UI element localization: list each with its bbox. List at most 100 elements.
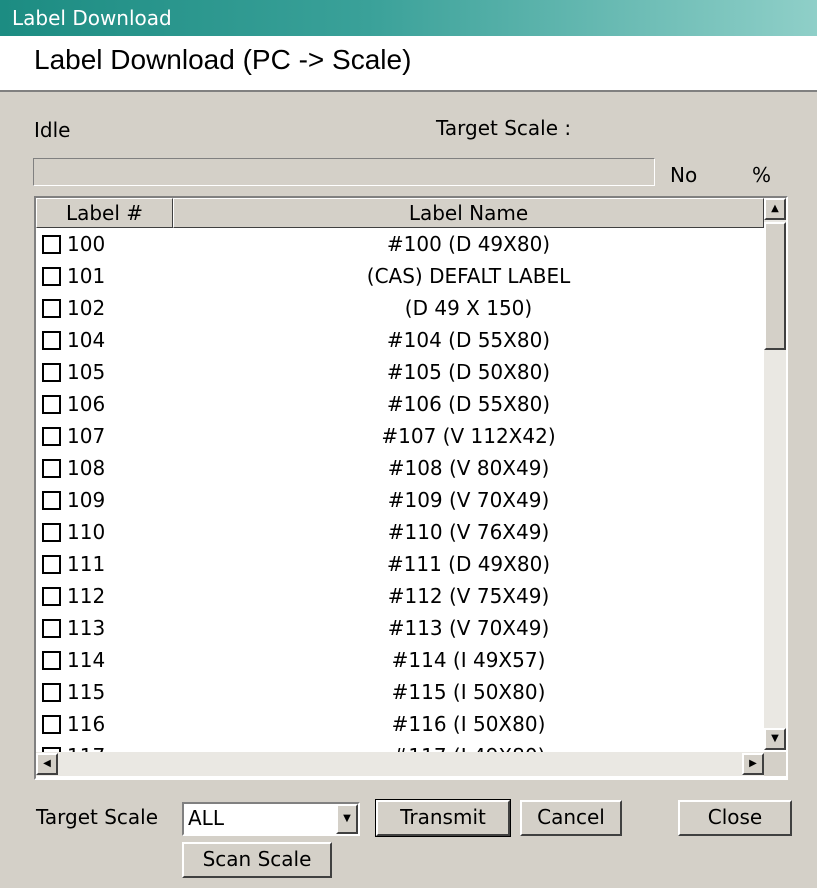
table-row[interactable]: 105 #105 (D 50X80) [36, 356, 764, 388]
target-scale-status-label: Target Scale : [436, 116, 572, 140]
scroll-right-icon[interactable]: ▶ [742, 753, 764, 775]
page-title: Label Download (PC -> Scale) [34, 44, 412, 75]
label-number-cell: 115 [36, 680, 173, 704]
close-button[interactable]: Close [678, 800, 792, 836]
label-number: 108 [67, 456, 106, 480]
table-row[interactable]: 111 #111 (D 49X80) [36, 548, 764, 580]
label-name: #111 (D 49X80) [386, 552, 551, 576]
table-row[interactable]: 114 #114 (I 49X57) [36, 644, 764, 676]
window-title-bar[interactable]: Label Download [0, 0, 817, 36]
label-number: 112 [67, 584, 106, 608]
label-name: #104 (D 55X80) [386, 328, 551, 352]
table-row[interactable]: 110 #110 (V 76X49) [36, 516, 764, 548]
label-number: 102 [67, 296, 106, 320]
label-number-cell: 104 [36, 328, 173, 352]
target-scale-value: ALL [188, 806, 224, 830]
row-checkbox[interactable] [42, 266, 61, 286]
row-checkbox[interactable] [42, 586, 61, 606]
label-name: #107 (V 112X42) [381, 424, 556, 448]
table-row[interactable]: 116 #116 (I 50X80) [36, 708, 764, 740]
label-number: 106 [67, 392, 106, 416]
target-scale-label: Target Scale [36, 805, 159, 829]
dialog-header: Label Download (PC -> Scale) [0, 36, 817, 92]
column-header-label-name[interactable]: Label Name [173, 198, 764, 228]
label-number-cell: 110 [36, 520, 173, 544]
status-text: Idle [34, 118, 71, 142]
label-number: 101 [67, 264, 106, 288]
row-checkbox[interactable] [42, 490, 61, 510]
scroll-down-icon[interactable]: ▼ [764, 728, 786, 750]
label-number: 110 [67, 520, 106, 544]
label-name: #115 (I 50X80) [391, 680, 546, 704]
label-number: 116 [67, 712, 106, 736]
dropdown-arrow-icon[interactable]: ▼ [336, 804, 358, 834]
vertical-scrollbar[interactable]: ▲ ▼ [764, 198, 786, 750]
table-row[interactable]: 106 #106 (D 55X80) [36, 388, 764, 420]
label-number: 114 [67, 648, 106, 672]
row-checkbox[interactable] [42, 426, 61, 446]
label-name: (D 49 X 150) [404, 296, 533, 320]
scroll-left-icon[interactable]: ◀ [36, 753, 58, 775]
label-name: #108 (V 80X49) [387, 456, 550, 480]
label-list[interactable]: Label # Label Name 100 #100 (D 49X80) 101 (… [34, 196, 788, 780]
scrollbar-corner [764, 752, 786, 776]
row-checkbox[interactable] [42, 714, 61, 734]
label-name: #112 (V 75X49) [387, 584, 550, 608]
progress-count-label: No [670, 163, 698, 187]
label-name: #109 (V 70X49) [387, 488, 550, 512]
label-number-cell: 101 [36, 264, 173, 288]
label-number: 100 [67, 232, 106, 256]
transmit-button[interactable]: Transmit [375, 799, 511, 837]
label-number: 111 [67, 552, 106, 576]
row-checkbox[interactable] [42, 394, 61, 414]
label-name: #116 (I 50X80) [391, 712, 546, 736]
label-number: 105 [67, 360, 106, 384]
row-checkbox[interactable] [42, 522, 61, 542]
row-checkbox[interactable] [42, 554, 61, 574]
label-number-cell: 100 [36, 232, 173, 256]
table-row[interactable]: 109 #109 (V 70X49) [36, 484, 764, 516]
column-header-label-number[interactable]: Label # [36, 198, 173, 228]
table-row[interactable]: 113 #113 (V 70X49) [36, 612, 764, 644]
label-number: 109 [67, 488, 106, 512]
label-number-cell: 116 [36, 712, 173, 736]
horizontal-scrollbar[interactable]: ◀ ▶ [36, 752, 764, 776]
table-row[interactable]: 104 #104 (D 55X80) [36, 324, 764, 356]
row-checkbox[interactable] [42, 330, 61, 350]
table-row[interactable]: 112 #112 (V 75X49) [36, 580, 764, 612]
progress-bar [33, 158, 655, 186]
target-scale-select[interactable]: ALL ▼ [182, 802, 360, 836]
table-row[interactable]: 102 (D 49 X 150) [36, 292, 764, 324]
label-name: #100 (D 49X80) [386, 232, 551, 256]
scan-scale-button[interactable]: Scan Scale [182, 842, 332, 878]
window-title: Label Download [12, 6, 172, 30]
row-checkbox[interactable] [42, 682, 61, 702]
row-checkbox[interactable] [42, 650, 61, 670]
row-checkbox[interactable] [42, 618, 61, 638]
row-checkbox[interactable] [42, 458, 61, 478]
label-name: #110 (V 76X49) [387, 520, 550, 544]
label-number: 104 [67, 328, 106, 352]
label-name: #114 (I 49X57) [391, 648, 546, 672]
row-checkbox[interactable] [42, 362, 61, 382]
label-number-cell: 114 [36, 648, 173, 672]
vertical-scroll-thumb[interactable] [764, 222, 786, 350]
scroll-up-icon[interactable]: ▲ [764, 198, 786, 220]
row-checkbox[interactable] [42, 298, 61, 318]
row-checkbox[interactable] [42, 234, 61, 254]
label-number-cell: 105 [36, 360, 173, 384]
label-name: #113 (V 70X49) [387, 616, 550, 640]
label-number-cell: 106 [36, 392, 173, 416]
label-name: #105 (D 50X80) [386, 360, 551, 384]
table-row[interactable]: 115 #115 (I 50X80) [36, 676, 764, 708]
cancel-button[interactable]: Cancel [520, 800, 622, 836]
label-number-cell: 109 [36, 488, 173, 512]
table-row[interactable]: 108 #108 (V 80X49) [36, 452, 764, 484]
label-number-cell: 108 [36, 456, 173, 480]
table-row[interactable]: 101 (CAS) DEFALT LABEL [36, 260, 764, 292]
label-number-cell: 102 [36, 296, 173, 320]
label-number-cell: 107 [36, 424, 173, 448]
progress-percent-label: % [752, 163, 772, 187]
table-row[interactable]: 107 #107 (V 112X42) [36, 420, 764, 452]
table-row[interactable]: 100 #100 (D 49X80) [36, 228, 764, 260]
